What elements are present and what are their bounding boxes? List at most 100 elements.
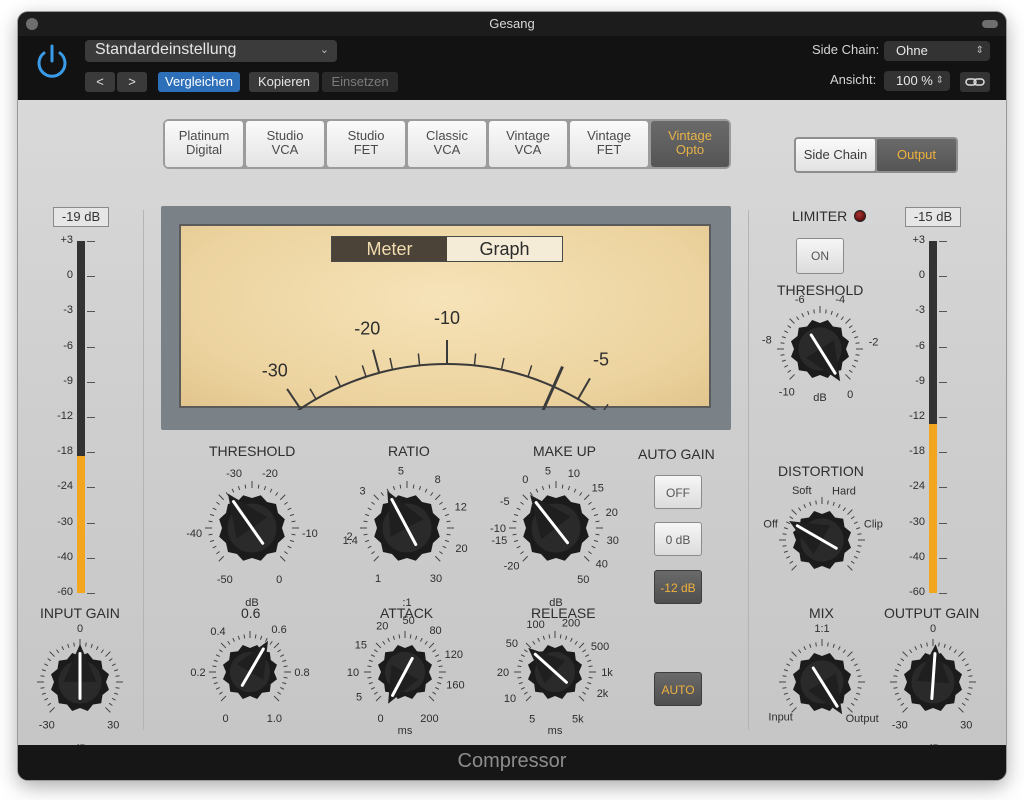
knob-tick: [108, 658, 113, 662]
knob-tick: [574, 640, 578, 645]
input-gain-knob[interactable]: 0-3030dB: [37, 623, 123, 745]
knob-tick: [100, 649, 104, 654]
knob-tick: [920, 643, 923, 648]
knob-tick: [373, 649, 378, 653]
window-pill[interactable]: [982, 20, 998, 28]
knob-tick: [569, 637, 573, 642]
paste-button[interactable]: Einsetzen: [322, 72, 398, 92]
knob-tick: [786, 697, 791, 701]
power-icon[interactable]: [32, 42, 72, 82]
side-chain-value: Ohne: [896, 43, 928, 58]
preset-menu[interactable]: Standardeinstellung ⌄: [85, 40, 337, 62]
knob-tick: [832, 643, 835, 648]
knob-scale-label: Hard: [832, 486, 856, 498]
knob-tick: [212, 545, 217, 549]
knob-tick: [371, 501, 375, 505]
knob-tick: [542, 635, 545, 640]
knob-tick: [583, 555, 590, 562]
knee-knob[interactable]: 0.4 0.6 0.2 0.8 0 1.0: [190, 624, 309, 725]
knob-tick: [897, 697, 902, 701]
knob-tick: [284, 501, 288, 505]
knob-scale-label: 8: [435, 474, 441, 486]
knob-tick: [367, 676, 372, 679]
knob-layer: -30 -20-40 -10-50 0dB583122201.4301:105 1015…: [37, 294, 976, 745]
knob-tick: [287, 507, 292, 511]
output-gain-knob[interactable]: 0-3030dB: [890, 623, 976, 745]
knob-tick: [49, 651, 55, 657]
knob-scale-label: 40: [596, 559, 608, 571]
copy-button[interactable]: Kopieren: [249, 72, 319, 92]
knob-unit-label: dB: [813, 392, 826, 404]
knob-tick: [853, 521, 858, 525]
knob-tick: [520, 686, 525, 690]
side-chain-select[interactable]: Ohne ⇕: [884, 41, 990, 61]
knob-tick: [964, 697, 969, 701]
knob-tick: [424, 640, 428, 645]
knob-tick: [513, 539, 519, 543]
release-knob[interactable]: 100 200 50 500 20 1k 10 2k 5 5k ms: [497, 618, 613, 737]
knob-tick: [115, 687, 120, 689]
knob-scale-label: 1:1: [814, 623, 829, 635]
knob-tick: [856, 527, 861, 530]
knob-tick: [943, 643, 946, 648]
knob-scale-label: 3: [360, 486, 366, 498]
ratio-knob[interactable]: 583122201.4301:1: [343, 465, 468, 609]
knob-tick: [435, 686, 440, 690]
knob-tick: [432, 649, 437, 653]
knob-tick: [108, 702, 113, 706]
knob-tick: [809, 643, 812, 648]
preset-name: Standardeinstellung: [95, 41, 237, 58]
previous-preset-button[interactable]: <: [85, 72, 115, 92]
knob-tick: [232, 637, 236, 642]
view-select[interactable]: 100 % ⇕: [884, 71, 950, 91]
knob-tick: [791, 565, 797, 571]
knob-tick: [830, 310, 833, 315]
knob-tick: [582, 649, 587, 653]
knob-tick: [565, 635, 568, 640]
knob-scale-label: -20: [504, 560, 520, 572]
knob-tick: [244, 484, 247, 489]
link-button[interactable]: [960, 72, 990, 92]
knob-scale-label: 50: [577, 574, 589, 586]
knob-tick: [370, 654, 375, 658]
knob-tick: [209, 513, 215, 517]
knob-tick: [382, 640, 386, 645]
knob-tick: [548, 634, 551, 639]
knob-scale-label: 12: [455, 501, 467, 513]
knob-tick: [541, 485, 545, 491]
knob-tick: [516, 545, 521, 549]
knob-scale-label: -20: [262, 468, 278, 480]
knob-tick: [595, 533, 600, 536]
knob-tick: [967, 692, 972, 695]
knob-tick: [857, 533, 862, 535]
next-preset-button[interactable]: >: [117, 72, 147, 92]
mix-knob[interactable]: 1:1 Input Output: [768, 623, 878, 725]
knob-scale-label: 100: [526, 619, 544, 631]
knob-scale-label: 1k: [601, 667, 613, 679]
knob-scale-label: Soft: [792, 485, 812, 497]
knob-tick: [287, 545, 292, 549]
knob-tick: [44, 663, 49, 667]
makeup-knob[interactable]: 0 5 10 15 -5 20 -10 30 -15 40 -20 50 dB: [490, 466, 619, 609]
knob-tick: [897, 663, 902, 667]
limiter-threshold-knob[interactable]: -6 -4 -8 -2 -10 0: [762, 294, 878, 401]
knob-scale-label: 0.2: [190, 667, 205, 679]
knob-tick: [902, 707, 908, 713]
view-label: Ansicht:: [830, 72, 877, 87]
threshold-knob[interactable]: -30 -20 -40 -10 -50 0 dB: [186, 468, 317, 609]
compare-button[interactable]: Vergleichen: [158, 72, 240, 92]
knob-scale-label: -10: [779, 387, 795, 399]
knob-tick: [525, 695, 532, 702]
knob-tick: [434, 494, 441, 501]
knob-tick: [280, 654, 285, 658]
distortion-knob[interactable]: Soft Hard Off Clip: [763, 485, 883, 571]
knob-tick: [961, 702, 966, 706]
knob-tick: [567, 485, 571, 491]
knob-tick: [364, 513, 370, 517]
attack-knob[interactable]: 20 5080151201016050 200ms: [347, 615, 465, 737]
knob-scale-label: -10: [490, 523, 506, 535]
knob-scale-label: 15: [355, 639, 367, 651]
knob-tick: [579, 492, 583, 496]
knob-tick: [840, 316, 844, 321]
knob-scale-label: -4: [835, 294, 845, 306]
